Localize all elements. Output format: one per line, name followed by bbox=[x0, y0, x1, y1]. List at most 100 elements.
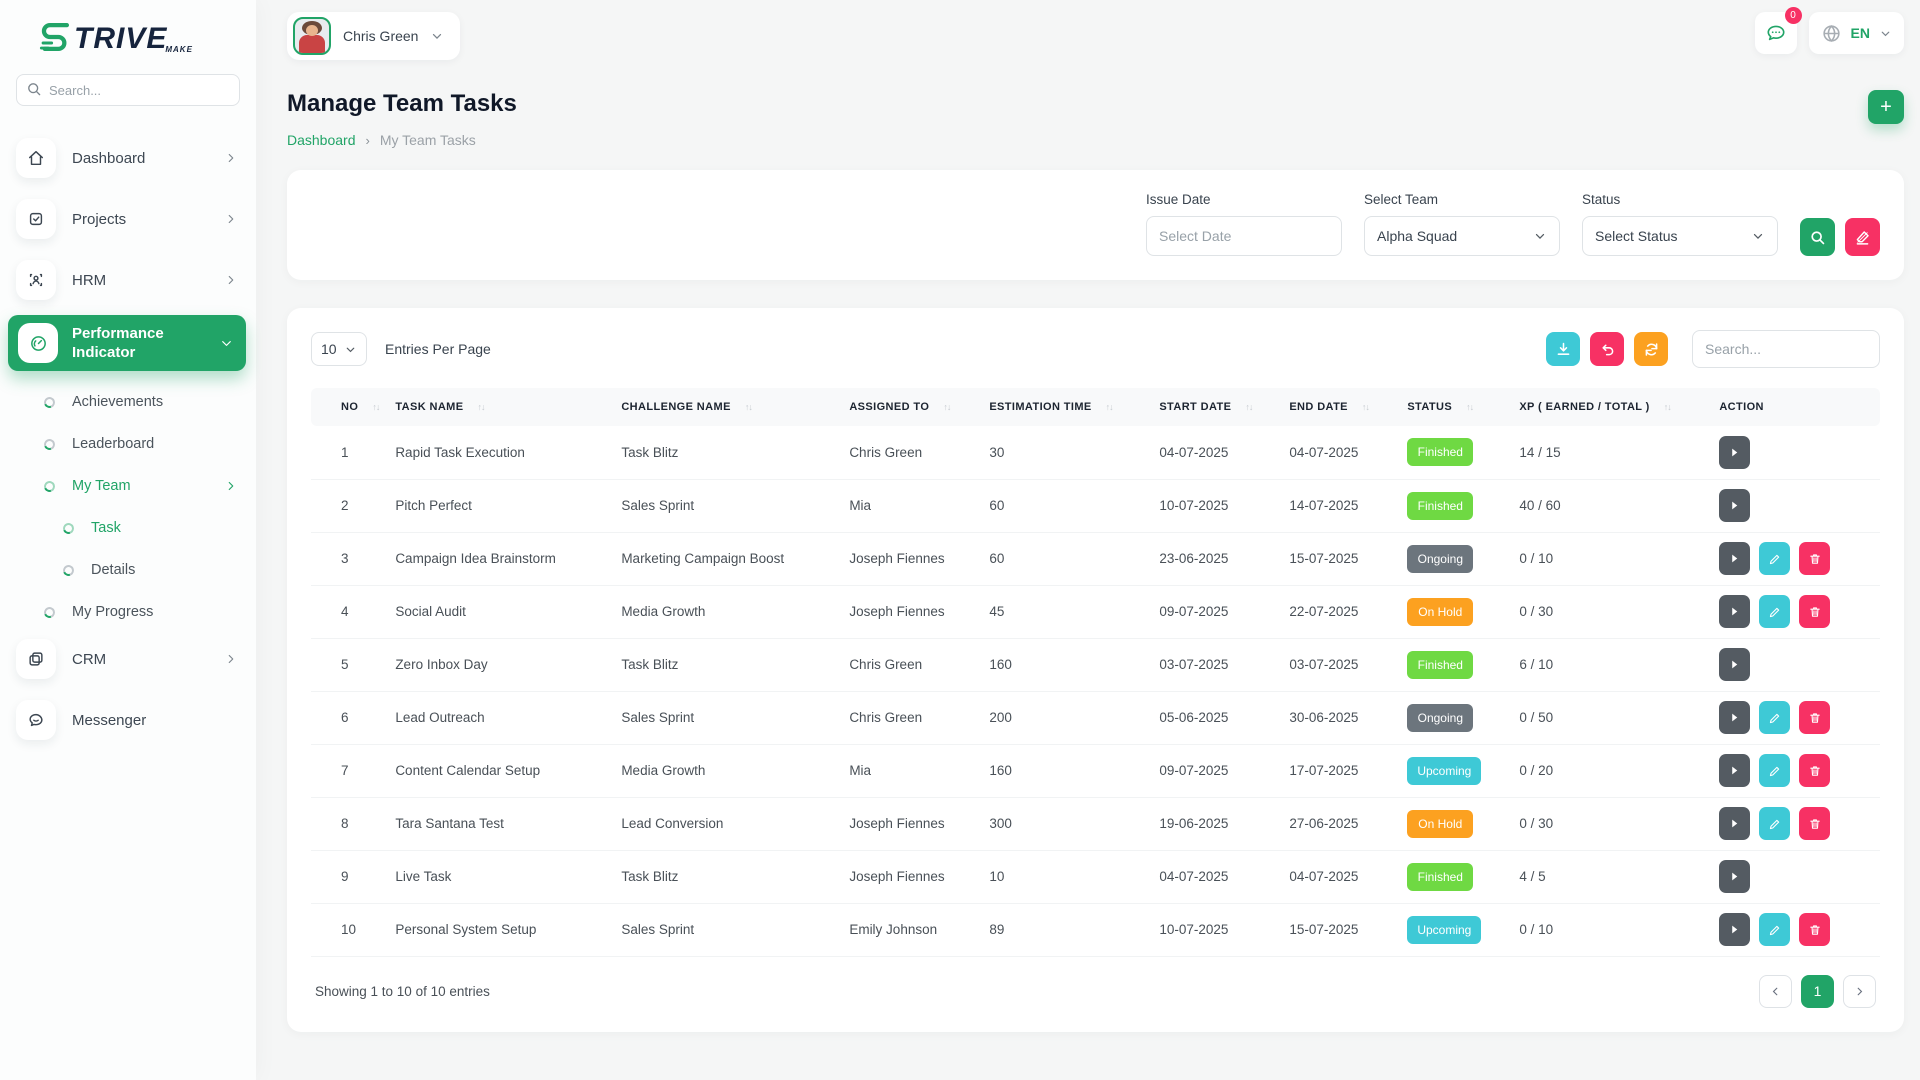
pencil-icon bbox=[1768, 552, 1782, 566]
cell-estimation: 60 bbox=[981, 479, 1151, 532]
delete-task-button[interactable] bbox=[1799, 913, 1830, 946]
column-header-assigned-to[interactable]: ASSIGNED TO↑↓ bbox=[841, 388, 981, 426]
export-button[interactable] bbox=[1546, 332, 1580, 366]
sort-icon: ↑↓ bbox=[1362, 402, 1369, 412]
cell-task: Rapid Task Execution bbox=[387, 426, 613, 479]
table-row: 6Lead OutreachSales SprintChris Green200… bbox=[311, 691, 1880, 744]
delete-task-button[interactable] bbox=[1799, 542, 1830, 575]
cell-estimation: 10 bbox=[981, 850, 1151, 903]
undo-icon bbox=[1599, 341, 1616, 358]
apply-filter-button[interactable] bbox=[1800, 218, 1835, 256]
status-badge: Finished bbox=[1407, 651, 1473, 679]
sidebar-item-performance-indicator[interactable]: Performance Indicator bbox=[8, 315, 246, 371]
sidebar-item-leaderboard[interactable]: Leaderboard bbox=[0, 423, 256, 465]
entries-per-page-select[interactable]: 10 bbox=[311, 332, 367, 366]
pagination-next-button[interactable] bbox=[1843, 975, 1876, 1008]
cell-assigned: Joseph Fiennes bbox=[841, 532, 981, 585]
cell-end: 17-07-2025 bbox=[1281, 744, 1399, 797]
column-header-action[interactable]: ACTION bbox=[1711, 388, 1880, 426]
sidebar-item-achievements[interactable]: Achievements bbox=[0, 381, 256, 423]
play-icon bbox=[1729, 712, 1740, 723]
cell-status: Ongoing bbox=[1399, 691, 1511, 744]
tasks-table-card: 10 Entries Per Page bbox=[287, 308, 1904, 1032]
cell-no: 5 bbox=[311, 638, 387, 691]
sidebar-item-label: Task bbox=[91, 520, 121, 536]
sidebar-item-projects[interactable]: Projects bbox=[0, 193, 256, 245]
view-task-button[interactable] bbox=[1719, 436, 1750, 469]
table-body: 1Rapid Task ExecutionTask BlitzChris Gre… bbox=[311, 426, 1880, 956]
delete-task-button[interactable] bbox=[1799, 807, 1830, 840]
sort-icon: ↑↓ bbox=[745, 402, 752, 412]
breadcrumb: Dashboard › My Team Tasks bbox=[287, 132, 517, 148]
user-menu[interactable]: Chris Green bbox=[287, 12, 460, 60]
edit-task-button[interactable] bbox=[1759, 807, 1790, 840]
sidebar-item-messenger[interactable]: Messenger bbox=[0, 694, 256, 746]
delete-task-button[interactable] bbox=[1799, 754, 1830, 787]
undo-button[interactable] bbox=[1590, 332, 1624, 366]
view-task-button[interactable] bbox=[1719, 860, 1750, 893]
chevron-right-icon: › bbox=[366, 133, 370, 148]
column-header-end-date[interactable]: END DATE↑↓ bbox=[1281, 388, 1399, 426]
cell-task: Pitch Perfect bbox=[387, 479, 613, 532]
edit-task-button[interactable] bbox=[1759, 754, 1790, 787]
sidebar-item-my-team[interactable]: My Team bbox=[0, 465, 256, 507]
view-task-button[interactable] bbox=[1719, 648, 1750, 681]
column-header-start-date[interactable]: START DATE↑↓ bbox=[1151, 388, 1281, 426]
view-task-button[interactable] bbox=[1719, 807, 1750, 840]
play-icon bbox=[1729, 871, 1740, 882]
team-select[interactable]: Alpha Squad bbox=[1364, 216, 1560, 256]
issue-date-label: Issue Date bbox=[1146, 192, 1342, 207]
bullet-icon bbox=[42, 479, 57, 494]
cell-estimation: 30 bbox=[981, 426, 1151, 479]
edit-task-button[interactable] bbox=[1759, 701, 1790, 734]
view-task-button[interactable] bbox=[1719, 542, 1750, 575]
pagination-page-1[interactable]: 1 bbox=[1801, 975, 1834, 1008]
sidebar-item-label: Achievements bbox=[72, 394, 163, 410]
add-task-button[interactable]: + bbox=[1868, 90, 1904, 124]
clear-filter-button[interactable] bbox=[1845, 218, 1880, 256]
view-task-button[interactable] bbox=[1719, 489, 1750, 522]
view-task-button[interactable] bbox=[1719, 754, 1750, 787]
refresh-button[interactable] bbox=[1634, 332, 1668, 366]
sidebar-nav: Dashboard Projects HRM Performance Indicato… bbox=[0, 124, 256, 746]
cell-actions bbox=[1711, 638, 1880, 691]
chat-icon bbox=[1765, 22, 1787, 44]
sidebar-item-task[interactable]: Task bbox=[0, 507, 256, 549]
view-task-button[interactable] bbox=[1719, 701, 1750, 734]
trash-icon bbox=[1808, 711, 1822, 725]
breadcrumb-dashboard[interactable]: Dashboard bbox=[287, 132, 356, 148]
sidebar-item-hrm[interactable]: HRM bbox=[0, 254, 256, 306]
delete-task-button[interactable] bbox=[1799, 595, 1830, 628]
page-title: Manage Team Tasks bbox=[287, 90, 517, 118]
cell-challenge: Task Blitz bbox=[613, 850, 841, 903]
issue-date-input[interactable] bbox=[1146, 216, 1342, 256]
cell-challenge: Sales Sprint bbox=[613, 691, 841, 744]
status-badge: Ongoing bbox=[1407, 704, 1473, 732]
status-select[interactable]: Select Status bbox=[1582, 216, 1778, 256]
sidebar-item-details[interactable]: Details bbox=[0, 549, 256, 591]
pagination-prev-button[interactable] bbox=[1759, 975, 1792, 1008]
messages-button[interactable]: 0 bbox=[1755, 12, 1797, 54]
column-header-xp-earned-total[interactable]: XP ( EARNED / TOTAL )↑↓ bbox=[1511, 388, 1711, 426]
column-header-challenge-name[interactable]: CHALLENGE NAME↑↓ bbox=[613, 388, 841, 426]
edit-task-button[interactable] bbox=[1759, 913, 1790, 946]
view-task-button[interactable] bbox=[1719, 913, 1750, 946]
chevron-right-icon bbox=[224, 479, 238, 493]
column-header-task-name[interactable]: TASK NAME↑↓ bbox=[387, 388, 613, 426]
view-task-button[interactable] bbox=[1719, 595, 1750, 628]
column-header-status[interactable]: STATUS↑↓ bbox=[1399, 388, 1511, 426]
sidebar-item-crm[interactable]: CRM bbox=[0, 633, 256, 685]
edit-task-button[interactable] bbox=[1759, 595, 1790, 628]
sidebar-search-input[interactable] bbox=[16, 74, 240, 106]
sidebar-item-dashboard[interactable]: Dashboard bbox=[0, 132, 256, 184]
delete-task-button[interactable] bbox=[1799, 701, 1830, 734]
plus-icon: + bbox=[1880, 96, 1892, 118]
cell-no: 2 bbox=[311, 479, 387, 532]
column-header-estimation-time[interactable]: ESTIMATION TIME↑↓ bbox=[981, 388, 1151, 426]
cell-task: Live Task bbox=[387, 850, 613, 903]
edit-task-button[interactable] bbox=[1759, 542, 1790, 575]
column-header-no[interactable]: NO↑↓ bbox=[311, 388, 387, 426]
language-selector[interactable]: EN bbox=[1809, 12, 1904, 54]
table-search-input[interactable] bbox=[1692, 330, 1880, 368]
sidebar-item-my-progress[interactable]: My Progress bbox=[0, 591, 256, 633]
